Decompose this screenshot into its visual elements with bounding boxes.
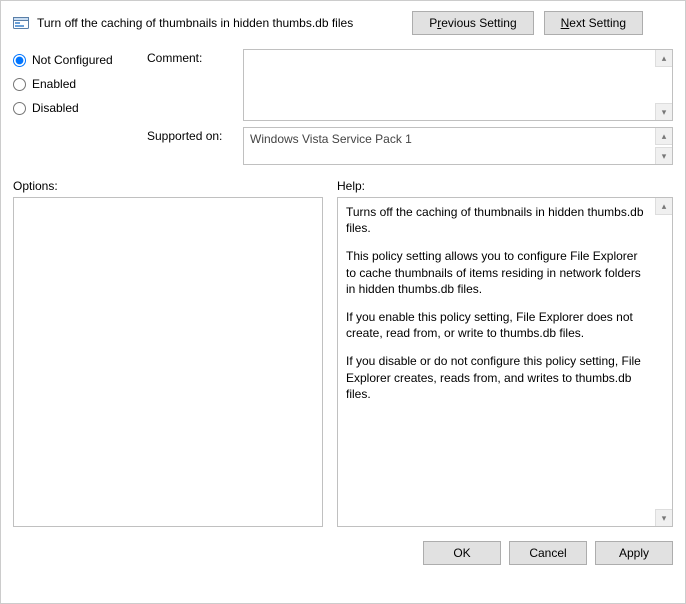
- previous-setting-button[interactable]: Previous Setting: [412, 11, 533, 35]
- scroll-down-icon[interactable]: ▾: [655, 147, 672, 164]
- next-setting-button[interactable]: Next Setting: [544, 11, 643, 35]
- radio-not-configured-label: Not Configured: [32, 53, 113, 67]
- scroll-down-icon[interactable]: ▾: [655, 103, 672, 120]
- radio-disabled-label: Disabled: [32, 101, 79, 115]
- radio-not-configured[interactable]: Not Configured: [13, 53, 133, 67]
- cancel-button[interactable]: Cancel: [509, 541, 587, 565]
- radio-enabled-label: Enabled: [32, 77, 76, 91]
- policy-title: Turn off the caching of thumbnails in hi…: [37, 16, 353, 30]
- help-label: Help:: [337, 179, 673, 193]
- scroll-up-icon[interactable]: ▴: [655, 128, 672, 145]
- scroll-down-icon[interactable]: ▾: [655, 509, 672, 526]
- radio-enabled-input[interactable]: [13, 78, 26, 91]
- help-pane: Turns off the caching of thumbnails in h…: [337, 197, 673, 527]
- help-text: Turns off the caching of thumbnails in h…: [346, 204, 650, 236]
- radio-enabled[interactable]: Enabled: [13, 77, 133, 91]
- radio-disabled[interactable]: Disabled: [13, 101, 133, 115]
- radio-not-configured-input[interactable]: [13, 54, 26, 67]
- state-radio-group: Not Configured Enabled Disabled: [13, 49, 133, 165]
- help-text: This policy setting allows you to config…: [346, 248, 650, 297]
- policy-icon: [13, 15, 29, 31]
- ok-button[interactable]: OK: [423, 541, 501, 565]
- comment-label: Comment:: [147, 49, 233, 65]
- help-text: If you enable this policy setting, File …: [346, 309, 650, 341]
- apply-button[interactable]: Apply: [595, 541, 673, 565]
- radio-disabled-input[interactable]: [13, 102, 26, 115]
- supported-on-label: Supported on:: [147, 127, 233, 143]
- options-label: Options:: [13, 179, 323, 193]
- options-pane: [13, 197, 323, 527]
- supported-on-value: Windows Vista Service Pack 1 ▴ ▾: [243, 127, 673, 165]
- help-text: If you disable or do not configure this …: [346, 353, 650, 402]
- comment-textarea[interactable]: ▴ ▾: [243, 49, 673, 121]
- scroll-up-icon[interactable]: ▴: [655, 198, 672, 215]
- scroll-up-icon[interactable]: ▴: [655, 50, 672, 67]
